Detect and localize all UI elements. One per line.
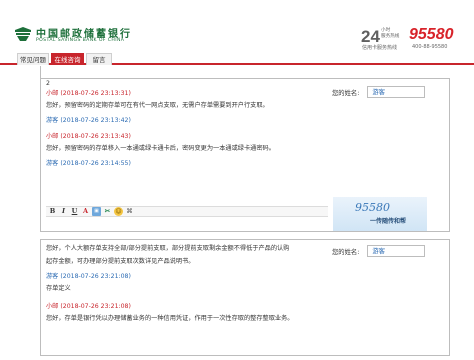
attachment-icon[interactable]: ⌘: [125, 207, 134, 216]
message-body: 起存金额，可办理部分提前支取次数详见产品说明书。: [46, 258, 195, 265]
bold-button[interactable]: B: [48, 207, 57, 216]
message-header: 小邮 (2018-07-26 23:13:43): [46, 133, 131, 140]
tab-bar: 常见问题 在线咨询 留言: [0, 52, 474, 65]
tab-message[interactable]: 留言: [86, 53, 112, 65]
underline-button[interactable]: U: [70, 207, 79, 216]
promo-text: 一传随传和帮: [370, 218, 407, 225]
message-body: 您好，个人大额存单支持全部/部分提前支取，部分提前支取剩余金额不得低于产品的认购: [46, 245, 290, 252]
postal-logo-icon: [15, 27, 31, 41]
chat-panel-top: 2 小邮 (2018-07-26 23:13:31) 您好，预留密码的定期存单可…: [40, 78, 450, 232]
name-label: 您的姓名:: [332, 248, 360, 256]
editor-toolbar: B I U A ▣ ✂ ☺ ⌘: [46, 206, 328, 217]
chat-panel-bottom: 您好，个人大额存单支持全部/部分提前支取，部分提前支取剩余金额不得低于产品的认购…: [40, 239, 450, 356]
message-header: 游客 (2018-07-26 23:21:08): [46, 273, 131, 280]
message-body: 您好，存单是银行凭以办理储蓄业务的一种信用凭证，作用于一次性存取的整存整取业务。: [46, 315, 294, 322]
name-input[interactable]: 游客: [367, 245, 426, 257]
name-input[interactable]: 游客: [367, 86, 426, 98]
name-label: 您的姓名:: [332, 89, 360, 97]
promo-number: 95580: [355, 201, 390, 214]
message-header: 小邮 (2018-07-26 23:21:08): [46, 303, 131, 310]
message-body: 您好，预留密码的存单移入一本通或绿卡通卡后，密码变更为一本通或绿卡通密码。: [46, 145, 275, 152]
site-header: 中国邮政储蓄银行 POSTAL SAVINGS BANK OF CHINA 24…: [0, 0, 474, 51]
message-body: 存单定义: [46, 285, 71, 292]
italic-button[interactable]: I: [59, 207, 68, 216]
bank-name-en: POSTAL SAVINGS BANK OF CHINA: [36, 38, 125, 43]
name-row: 您的姓名: 游客: [332, 85, 426, 99]
tab-faq[interactable]: 常见问题: [17, 53, 49, 65]
chat-log[interactable]: 您好，个人大额存单支持全部/部分提前支取，部分提前支取剩余金额不得低于产品的认购…: [46, 243, 328, 324]
insert-image-icon[interactable]: ▣: [92, 207, 101, 216]
name-row: 您的姓名: 游客: [332, 244, 426, 258]
chat-fragment: 2: [46, 80, 50, 87]
hotline-number: 95580: [409, 26, 454, 43]
card-hotline-label: 信用卡服务热线: [362, 45, 398, 51]
chat-log[interactable]: 2 小邮 (2018-07-26 23:13:31) 您好，预留密码的定期存单可…: [46, 79, 328, 167]
divider: [40, 66, 41, 78]
font-color-button[interactable]: A: [81, 207, 90, 216]
message-body: 您好，预留密码的定期存单可在有代一网点支取，无需户存单需要到开户行支取。: [46, 102, 269, 109]
message-header: 游客 (2018-07-26 23:13:42): [46, 117, 131, 124]
tab-online-consult[interactable]: 在线咨询: [51, 53, 84, 65]
hotline-24-sub: 小时 服务热线: [381, 28, 400, 39]
card-hotline-number: 400-88-95580: [412, 44, 448, 50]
message-header: 小邮 (2018-07-26 23:13:31): [46, 90, 131, 97]
promo-banner[interactable]: 95580 一传随传和帮: [333, 197, 427, 231]
screenshot-icon[interactable]: ✂: [103, 207, 112, 216]
message-header: 游客 (2018-07-26 23:14:55): [46, 160, 131, 167]
emoji-icon[interactable]: ☺: [114, 207, 123, 216]
